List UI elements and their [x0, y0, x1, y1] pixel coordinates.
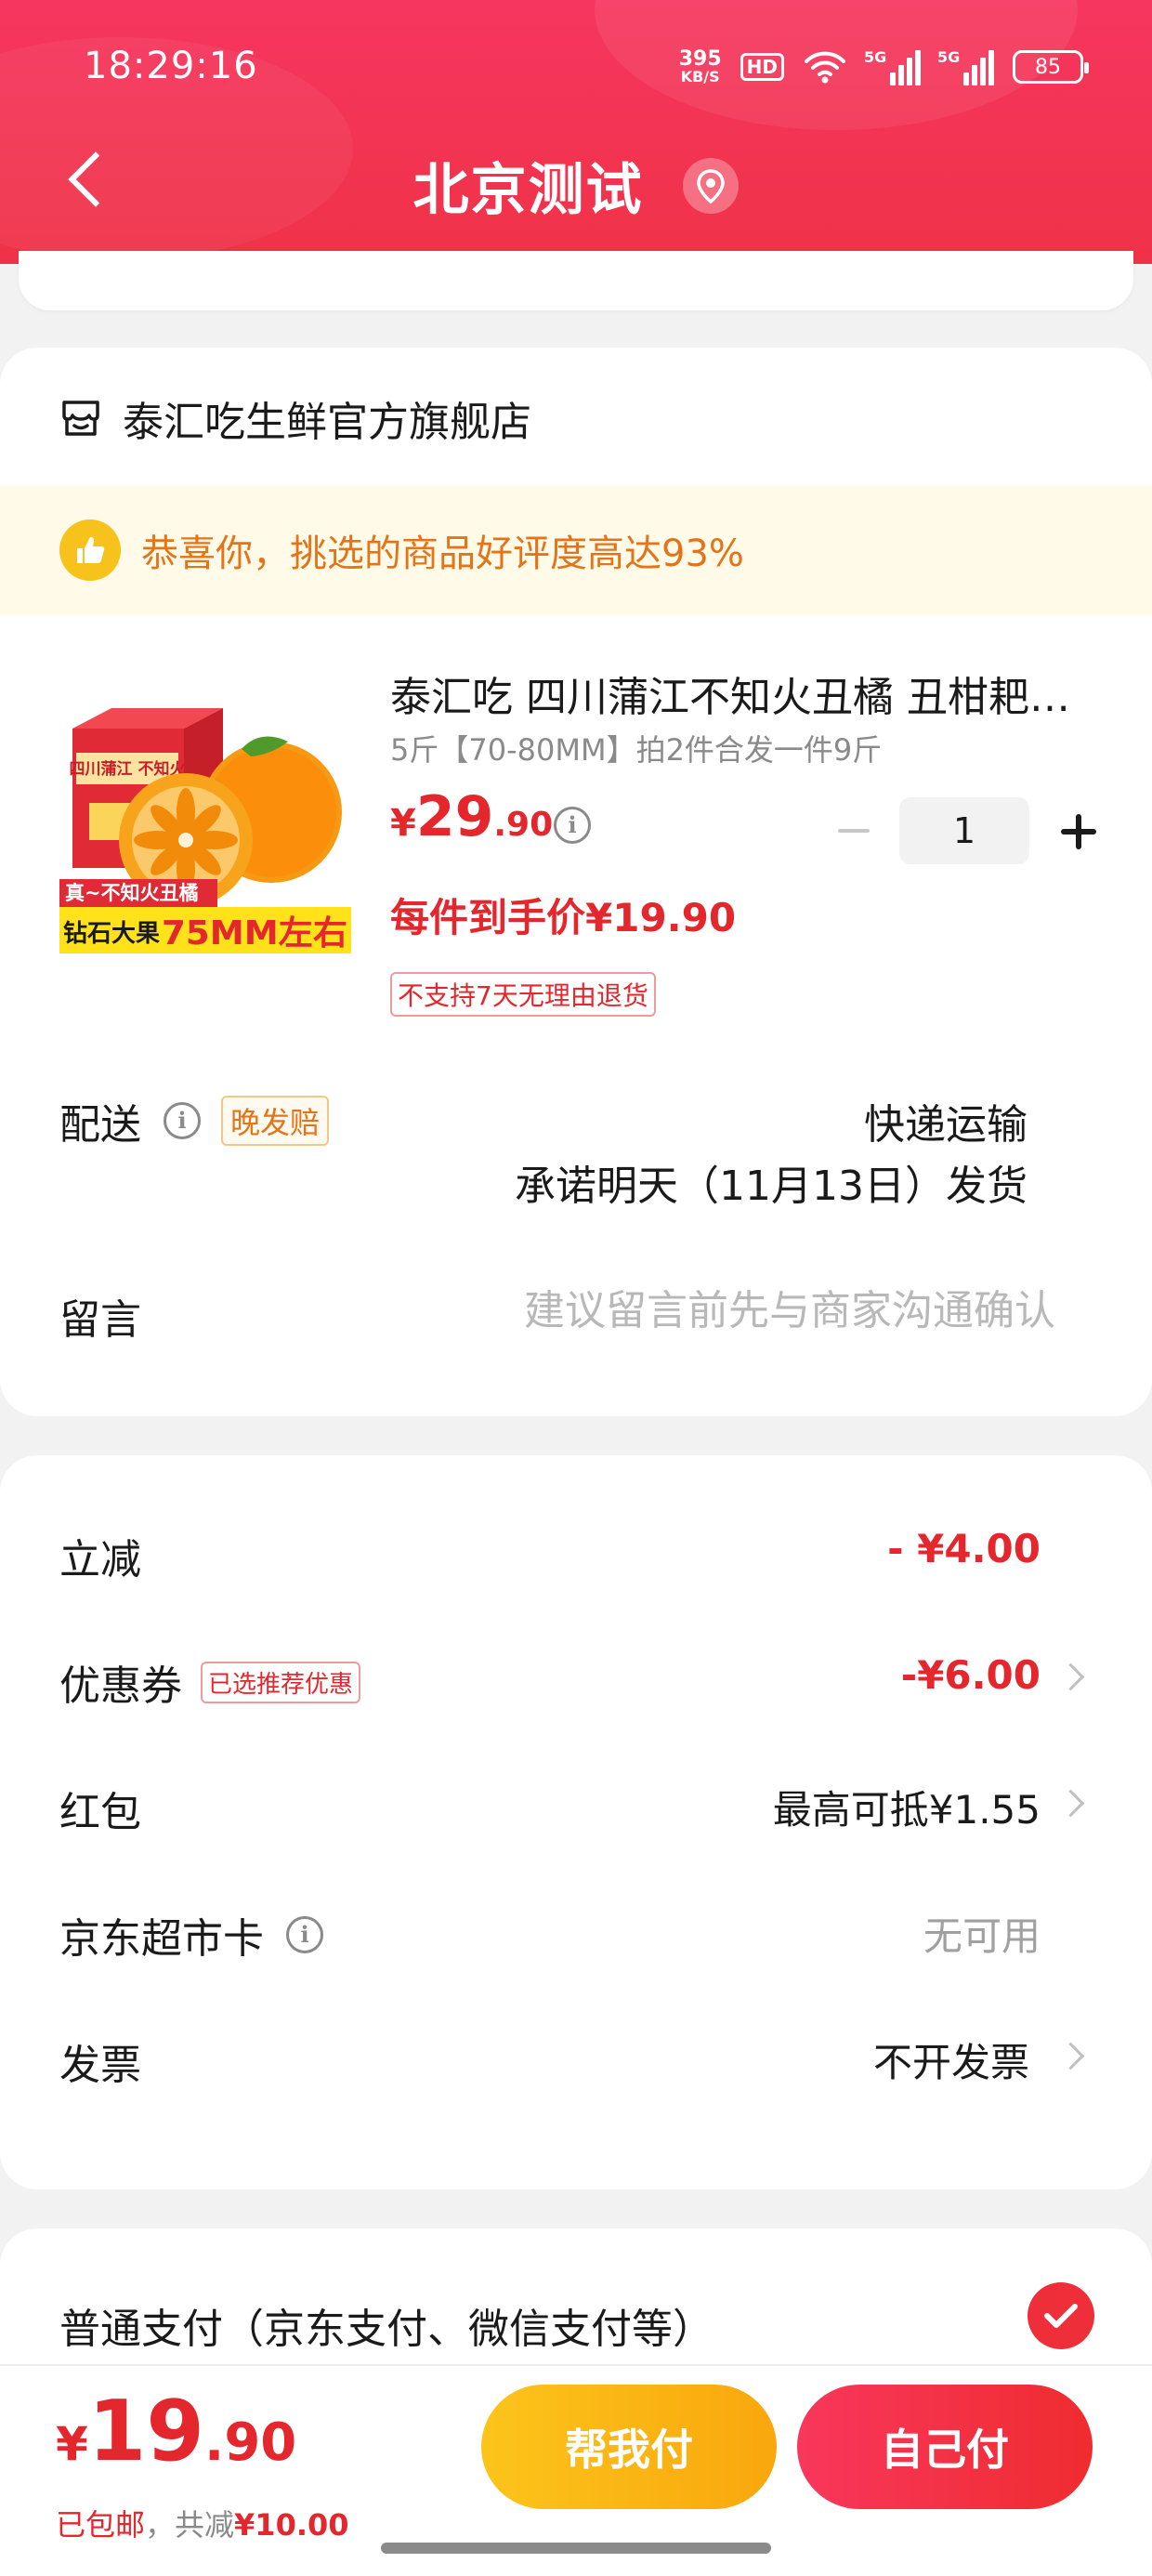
self-pay-button[interactable]: 自己付 — [797, 2385, 1093, 2509]
quantity-increase-button[interactable] — [1044, 797, 1111, 864]
return-policy-tag: 不支持7天无理由退货 — [390, 972, 656, 1017]
shipping-date: 承诺明天（11月13日）发货 — [515, 1163, 1028, 1210]
note-label: 留言 — [59, 1296, 141, 1344]
previous-card-edge — [19, 251, 1133, 310]
coupon-value: -¥6.00 — [900, 1652, 1041, 1698]
shipping-label-row: 配送 i 晚发赔 — [59, 1091, 330, 1150]
coupon-label: 优惠券 — [59, 1663, 182, 1710]
order-card: 泰汇吃生鲜官方旗舰店 恭喜你，挑选的商品好评度高达93% 四川蒲江 不知火 真~… — [0, 348, 1152, 1416]
price-integer: 29 — [415, 784, 494, 849]
market-card-info-icon[interactable]: i — [286, 1916, 323, 1953]
coupon-row[interactable]: 优惠券 已选推荐优惠 -¥6.00 — [0, 1632, 1152, 1725]
signal-5g-icon: 5G — [937, 48, 994, 85]
product-image-caption-left: 钻石大果 — [63, 920, 160, 948]
payment-method-label[interactable]: 普通支付（京东支付、微信支付等） — [59, 2295, 713, 2355]
saved-amount: ¥10.00 — [234, 2507, 349, 2543]
header: 18:29:16 395 KB/S HD 5G 5G 85 北京测试 — [0, 0, 1152, 264]
store-icon — [62, 401, 99, 436]
final-price-per-item: 每件到手价¥19.90 — [390, 895, 737, 940]
chevron-right-icon — [1065, 1784, 1083, 1821]
chevron-right-icon — [1065, 2037, 1083, 2074]
red-packet-value: 最高可抵¥1.55 — [772, 1787, 1041, 1833]
quantity-value[interactable]: 1 — [899, 797, 1029, 864]
battery-icon: 85 — [1013, 50, 1089, 84]
saved-prefix: ，共减 — [145, 2507, 235, 2543]
shipping-included-text: 已包邮 — [56, 2507, 146, 2543]
signal-5g-icon: 5G — [864, 48, 921, 85]
invoice-label: 发票 — [59, 2042, 141, 2089]
total-integer: 19 — [87, 2383, 205, 2480]
market-card-value: 无可用 — [923, 1913, 1041, 1959]
total-subtext: 已包邮，共减¥10.00 — [56, 2502, 349, 2544]
product-title[interactable]: 泰汇吃 四川蒲江不知火丑橘 丑柑耙耙柑 — [390, 664, 1096, 723]
invoice-row[interactable]: 发票 不开发票 — [0, 2011, 1152, 2104]
price-decimal: .90 — [493, 806, 554, 844]
page-title[interactable]: 北京测试 — [0, 145, 1152, 226]
product-image[interactable]: 四川蒲江 不知火 真~不知火丑橘 钻石大果 75MM左右 — [56, 664, 355, 963]
product-image-caption-right: 75MM左右 — [162, 914, 347, 953]
store-row[interactable]: 泰汇吃生鲜官方旗舰店 — [59, 390, 531, 446]
wifi-icon — [805, 51, 845, 84]
coupon-tag: 已选推荐优惠 — [201, 1661, 361, 1703]
market-card-label-group: 京东超市卡 i — [59, 1905, 323, 1965]
total-decimal: .90 — [204, 2412, 297, 2473]
signal-5g-label: 5G — [937, 48, 961, 66]
page-title-text: 北京测试 — [412, 158, 644, 223]
price-currency: ¥ — [390, 802, 416, 845]
checkmark-icon[interactable] — [1028, 2282, 1094, 2349]
product-image-caption-top: 真~不知火丑橘 — [65, 882, 199, 904]
instant-discount-label: 立减 — [59, 1536, 141, 1584]
praise-text: 恭喜你，挑选的商品好评度高达93% — [141, 532, 744, 575]
red-packet-row[interactable]: 红包 最高可抵¥1.55 — [0, 1758, 1152, 1851]
quantity-decrease-button[interactable] — [818, 797, 884, 864]
shipping-info-icon[interactable]: i — [164, 1102, 201, 1139]
instant-discount-row: 立减 - ¥4.00 — [0, 1505, 1152, 1598]
note-input[interactable] — [461, 1281, 1055, 1340]
shipping-method[interactable]: 快递运输 — [864, 1091, 1028, 1150]
discount-card: 立减 - ¥4.00 优惠券 已选推荐优惠 -¥6.00 红包 最高可抵¥1.5… — [0, 1455, 1152, 2189]
market-card-row: 京东超市卡 i 无可用 — [0, 1885, 1152, 1978]
product-spec: 5斤【70-80MM】拍2件合发一件9斤 — [390, 732, 883, 768]
shipping-label: 配送 — [59, 1101, 141, 1149]
status-time: 18:29:16 — [84, 45, 258, 87]
total-price: ¥ 19 .90 — [56, 2383, 296, 2480]
store-name: 泰汇吃生鲜官方旗舰店 — [123, 399, 531, 446]
net-speed-unit: KB/S — [680, 68, 720, 85]
quantity-stepper: 1 — [818, 797, 1111, 864]
net-speed: 395 KB/S — [679, 49, 722, 85]
market-card-label: 京东超市卡 — [59, 1915, 264, 1963]
total-currency: ¥ — [56, 2417, 88, 2471]
invoice-value: 不开发票 — [872, 2040, 1029, 2085]
net-speed-value: 395 — [678, 47, 722, 71]
signal-5g-label: 5G — [864, 48, 887, 66]
hd-icon: HD — [740, 53, 784, 81]
product-price: ¥ 29 .90 — [390, 784, 553, 849]
battery-level: 85 — [1035, 55, 1061, 79]
chevron-right-icon — [1065, 1658, 1083, 1695]
late-delivery-tag: 晚发赔 — [221, 1096, 330, 1146]
price-info-icon[interactable]: i — [554, 807, 591, 844]
red-packet-label: 红包 — [59, 1789, 141, 1836]
praise-banner: 恭喜你，挑选的商品好评度高达93% — [0, 485, 1152, 615]
instant-discount-value: - ¥4.00 — [887, 1526, 1041, 1571]
location-pin-icon[interactable] — [683, 157, 740, 214]
help-pay-button[interactable]: 帮我付 — [481, 2385, 777, 2509]
home-indicator[interactable] — [381, 2543, 771, 2554]
status-icons: 395 KB/S HD 5G 5G 85 — [679, 43, 1089, 91]
coupon-label-group: 优惠券 已选推荐优惠 — [59, 1652, 361, 1712]
thumbs-up-icon — [59, 519, 121, 581]
